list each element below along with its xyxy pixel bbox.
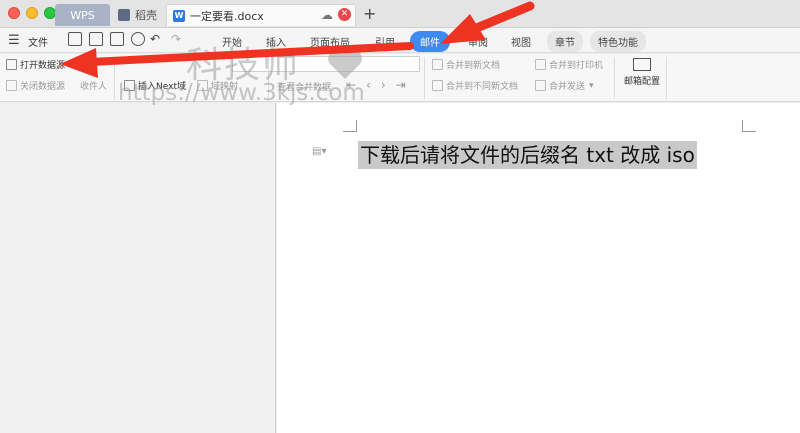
save-icon[interactable]	[68, 32, 82, 46]
recipient-button[interactable]: 收件人	[80, 79, 107, 92]
send-icon	[535, 80, 546, 91]
watermark-url: https://www.3kjs.com	[118, 80, 365, 106]
merge-send-button[interactable]: 合并发送 ▾	[535, 79, 594, 92]
print-preview-icon[interactable]	[131, 32, 145, 46]
merge-printer-button[interactable]: 合并到打印机	[535, 58, 603, 71]
menu-file[interactable]: 文件	[28, 34, 48, 49]
merge-diff-doc-icon	[432, 80, 443, 91]
cloud-icon[interactable]: ☁	[321, 8, 333, 22]
daoke-icon	[118, 9, 130, 21]
merge-new-doc-label: 合并到新文档	[446, 61, 501, 71]
merge-send-label: 合并发送	[549, 82, 586, 92]
document-selected-text[interactable]: 下载后请将文件的后缀名 txt 改成 iso	[358, 141, 697, 169]
printer-icon	[535, 59, 546, 70]
menu-special[interactable]: 特色功能	[590, 31, 646, 52]
menu-bar: ☰ 文件 ↶ ↷ 开始 插入 页面布局 引用 邮件 审阅 视图 章节 特色功能	[0, 28, 800, 53]
tab-document[interactable]: W 一定要看.docx ☁ ✕	[166, 4, 356, 26]
data-source-icon	[6, 59, 17, 70]
heart-icon	[328, 49, 362, 79]
page-corner-marker	[343, 120, 357, 132]
mail-config-label: 邮箱配置	[624, 77, 661, 87]
tab-daoke-label: 稻壳	[135, 9, 157, 22]
print-icon[interactable]	[110, 32, 124, 46]
merge-diff-doc-button[interactable]: 合并到不同新文档	[432, 79, 518, 92]
tab-wps[interactable]: WPS	[55, 4, 110, 26]
separator	[424, 57, 425, 99]
menu-reference[interactable]: 引用	[375, 34, 395, 49]
mail-config-button[interactable]: 邮箱配置	[624, 58, 660, 87]
envelope-icon	[633, 58, 651, 71]
close-data-source-label: 关闭数据源	[20, 82, 66, 92]
separator	[666, 57, 667, 99]
title-bar: WPS 稻壳 W 一定要看.docx ☁ ✕ +	[0, 0, 800, 28]
close-window-button[interactable]	[8, 7, 20, 19]
open-data-source-label: 打开数据源	[20, 61, 66, 71]
hamburger-icon[interactable]: ☰	[8, 33, 20, 48]
paragraph-handle-icon[interactable]: ▤▾	[312, 146, 326, 157]
recipient-label: 收件人	[80, 82, 108, 92]
plus-icon[interactable]: +	[363, 4, 376, 23]
chevron-down-icon: ▾	[589, 80, 594, 91]
word-doc-icon: W	[173, 9, 185, 22]
export-pdf-icon[interactable]	[89, 32, 103, 46]
left-navigation-pane	[0, 103, 276, 433]
merge-diff-doc-label: 合并到不同新文档	[446, 82, 519, 92]
close-data-source-button[interactable]: 关闭数据源	[6, 79, 65, 92]
close-source-icon	[6, 80, 17, 91]
tab-document-label: 一定要看.docx	[190, 9, 264, 23]
merge-printer-label: 合并到打印机	[549, 61, 604, 71]
separator	[614, 57, 615, 99]
redo-icon[interactable]: ↷	[171, 32, 181, 46]
page-corner-marker	[742, 120, 756, 132]
undo-icon[interactable]: ↶	[150, 32, 160, 46]
merge-new-doc-icon	[432, 59, 443, 70]
open-data-source-button[interactable]: 打开数据源	[6, 58, 65, 71]
minimize-window-button[interactable]	[26, 7, 38, 19]
close-icon[interactable]: ✕	[338, 8, 351, 21]
menu-review[interactable]: 审阅	[468, 34, 488, 49]
separator	[114, 57, 115, 99]
menu-mail[interactable]: 邮件	[410, 31, 450, 52]
menu-chapter[interactable]: 章节	[547, 31, 583, 52]
tab-daoke[interactable]: 稻壳	[112, 4, 164, 26]
merge-new-doc-button[interactable]: 合并到新文档	[432, 58, 500, 71]
tab-wps-label: WPS	[70, 8, 95, 22]
menu-view[interactable]: 视图	[511, 34, 531, 49]
